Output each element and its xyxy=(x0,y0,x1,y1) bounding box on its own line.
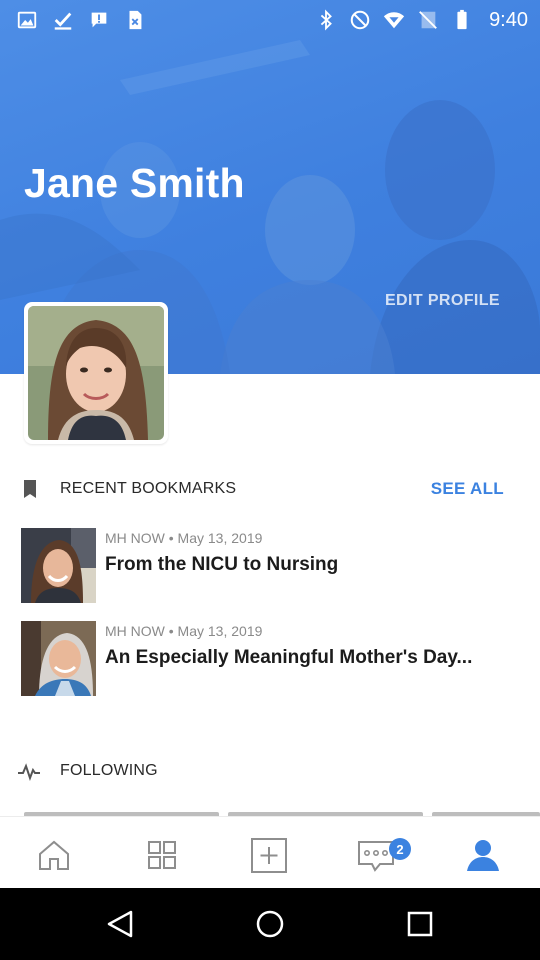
avatar[interactable] xyxy=(24,302,168,444)
status-bar: 9:40 xyxy=(0,0,540,40)
profile-icon[interactable] xyxy=(463,835,503,875)
do-not-disturb-icon xyxy=(350,10,370,30)
back-icon[interactable] xyxy=(101,904,141,944)
home-nav-icon[interactable] xyxy=(250,904,290,944)
profile-name: Jane Smith xyxy=(24,160,245,206)
edit-profile-button[interactable]: EDIT PROFILE xyxy=(385,292,500,310)
bookmark-thumbnail xyxy=(21,528,96,603)
avatar-photo xyxy=(28,306,164,440)
bookmark-item[interactable]: MH NOW • May 13, 2019 From the NICU to N… xyxy=(21,528,521,604)
bookmark-title: From the NICU to Nursing xyxy=(105,554,339,575)
recents-icon[interactable] xyxy=(400,904,440,944)
wifi-icon xyxy=(383,12,405,29)
image-icon xyxy=(17,11,37,29)
status-clock: 9:40 xyxy=(489,8,528,31)
bottom-tab-bar xyxy=(0,816,540,888)
no-sim-icon xyxy=(419,11,437,29)
bookmark-icon xyxy=(24,480,36,498)
bookmark-thumbnail xyxy=(21,621,96,696)
bookmarks-section-header: RECENT BOOKMARKS SEE ALL xyxy=(0,474,540,504)
bookmark-meta: MH NOW • May 13, 2019 xyxy=(105,623,263,639)
battery-icon xyxy=(457,9,467,30)
activity-icon xyxy=(18,763,40,781)
grid-icon[interactable] xyxy=(142,835,182,875)
add-icon[interactable] xyxy=(249,835,289,875)
bookmark-title: An Especially Meaningful Mother's Day... xyxy=(105,647,473,668)
bookmark-meta: MH NOW • May 13, 2019 xyxy=(105,530,263,546)
system-navigation-bar xyxy=(0,888,540,960)
doc-close-icon xyxy=(129,10,142,30)
bluetooth-icon xyxy=(320,9,332,31)
home-icon[interactable] xyxy=(34,835,74,875)
following-section-header: FOLLOWING xyxy=(0,756,540,786)
chat-alert-icon xyxy=(91,12,107,28)
see-all-button[interactable]: SEE ALL xyxy=(431,479,504,499)
bookmarks-title: RECENT BOOKMARKS xyxy=(60,480,237,497)
following-title: FOLLOWING xyxy=(60,762,158,779)
messages-badge: 2 xyxy=(389,838,411,860)
check-icon xyxy=(54,12,72,30)
bookmark-item[interactable]: MH NOW • May 13, 2019 An Especially Mean… xyxy=(21,621,521,697)
